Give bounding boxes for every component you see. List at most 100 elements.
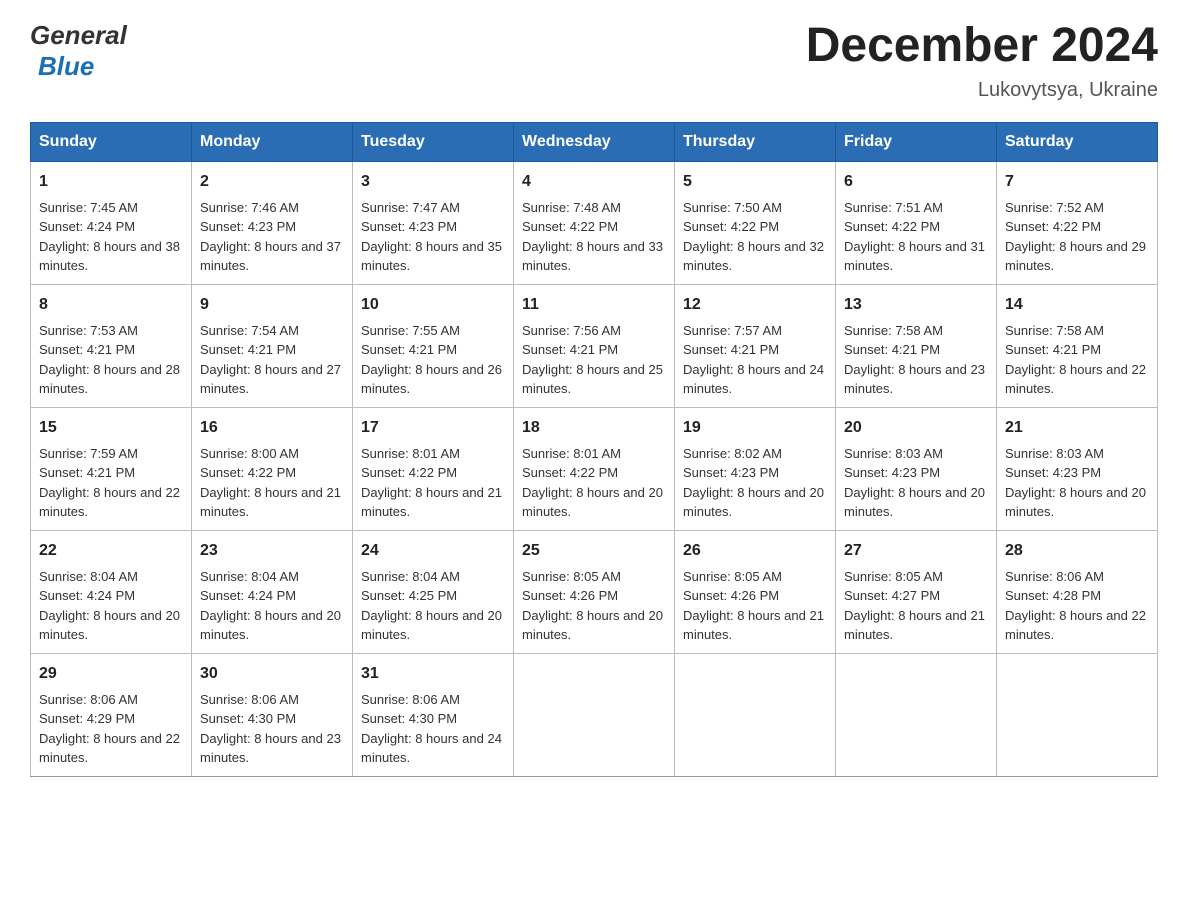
logo-general-text: General [30,20,127,51]
day-number: 31 [361,662,505,686]
calendar-week-row: 8 Sunrise: 7:53 AM Sunset: 4:21 PM Dayli… [31,284,1158,407]
table-row: 26 Sunrise: 8:05 AM Sunset: 4:26 PM Dayl… [675,530,836,653]
daylight-text: Daylight: 8 hours and 27 minutes. [200,362,341,397]
table-row: 1 Sunrise: 7:45 AM Sunset: 4:24 PM Dayli… [31,161,192,284]
daylight-text: Daylight: 8 hours and 24 minutes. [361,731,502,766]
sunset-text: Sunset: 4:24 PM [39,588,135,603]
title-area: December 2024 Lukovytsya, Ukraine [806,20,1158,102]
table-row: 24 Sunrise: 8:04 AM Sunset: 4:25 PM Dayl… [353,530,514,653]
day-number: 12 [683,293,827,317]
sunrise-text: Sunrise: 7:56 AM [522,323,621,338]
table-row: 30 Sunrise: 8:06 AM Sunset: 4:30 PM Dayl… [192,653,353,776]
table-row: 31 Sunrise: 8:06 AM Sunset: 4:30 PM Dayl… [353,653,514,776]
sunrise-text: Sunrise: 7:46 AM [200,200,299,215]
table-row: 10 Sunrise: 7:55 AM Sunset: 4:21 PM Dayl… [353,284,514,407]
table-row: 11 Sunrise: 7:56 AM Sunset: 4:21 PM Dayl… [514,284,675,407]
table-row: 25 Sunrise: 8:05 AM Sunset: 4:26 PM Dayl… [514,530,675,653]
daylight-text: Daylight: 8 hours and 21 minutes. [683,608,824,643]
sunset-text: Sunset: 4:23 PM [1005,465,1101,480]
sunrise-text: Sunrise: 7:58 AM [844,323,943,338]
table-row: 23 Sunrise: 8:04 AM Sunset: 4:24 PM Dayl… [192,530,353,653]
sunset-text: Sunset: 4:30 PM [200,711,296,726]
day-number: 11 [522,293,666,317]
daylight-text: Daylight: 8 hours and 21 minutes. [200,485,341,520]
day-number: 28 [1005,539,1149,563]
day-number: 14 [1005,293,1149,317]
daylight-text: Daylight: 8 hours and 23 minutes. [844,362,985,397]
sunset-text: Sunset: 4:22 PM [361,465,457,480]
sunrise-text: Sunrise: 8:00 AM [200,446,299,461]
sunset-text: Sunset: 4:25 PM [361,588,457,603]
day-number: 20 [844,416,988,440]
sunrise-text: Sunrise: 7:45 AM [39,200,138,215]
sunset-text: Sunset: 4:22 PM [1005,219,1101,234]
day-number: 16 [200,416,344,440]
daylight-text: Daylight: 8 hours and 26 minutes. [361,362,502,397]
day-number: 21 [1005,416,1149,440]
daylight-text: Daylight: 8 hours and 20 minutes. [522,608,663,643]
table-row: 15 Sunrise: 7:59 AM Sunset: 4:21 PM Dayl… [31,407,192,530]
table-row: 7 Sunrise: 7:52 AM Sunset: 4:22 PM Dayli… [997,161,1158,284]
table-row [836,653,997,776]
table-row: 6 Sunrise: 7:51 AM Sunset: 4:22 PM Dayli… [836,161,997,284]
table-row: 29 Sunrise: 8:06 AM Sunset: 4:29 PM Dayl… [31,653,192,776]
sunset-text: Sunset: 4:21 PM [361,342,457,357]
sunset-text: Sunset: 4:21 PM [39,465,135,480]
sunset-text: Sunset: 4:22 PM [522,465,618,480]
page-header: General Blue December 2024 Lukovytsya, U… [30,20,1158,102]
day-number: 13 [844,293,988,317]
day-number: 29 [39,662,183,686]
table-row: 14 Sunrise: 7:58 AM Sunset: 4:21 PM Dayl… [997,284,1158,407]
daylight-text: Daylight: 8 hours and 21 minutes. [361,485,502,520]
table-row [514,653,675,776]
sunrise-text: Sunrise: 8:02 AM [683,446,782,461]
daylight-text: Daylight: 8 hours and 20 minutes. [200,608,341,643]
daylight-text: Daylight: 8 hours and 20 minutes. [522,485,663,520]
daylight-text: Daylight: 8 hours and 35 minutes. [361,239,502,274]
sunset-text: Sunset: 4:23 PM [200,219,296,234]
calendar-week-row: 22 Sunrise: 8:04 AM Sunset: 4:24 PM Dayl… [31,530,1158,653]
daylight-text: Daylight: 8 hours and 22 minutes. [39,731,180,766]
sunrise-text: Sunrise: 8:06 AM [361,692,460,707]
table-row: 9 Sunrise: 7:54 AM Sunset: 4:21 PM Dayli… [192,284,353,407]
table-row: 21 Sunrise: 8:03 AM Sunset: 4:23 PM Dayl… [997,407,1158,530]
day-number: 1 [39,170,183,194]
day-number: 9 [200,293,344,317]
table-row: 22 Sunrise: 8:04 AM Sunset: 4:24 PM Dayl… [31,530,192,653]
sunset-text: Sunset: 4:21 PM [200,342,296,357]
day-number: 18 [522,416,666,440]
daylight-text: Daylight: 8 hours and 20 minutes. [1005,485,1146,520]
sunrise-text: Sunrise: 8:06 AM [200,692,299,707]
sunrise-text: Sunrise: 8:01 AM [522,446,621,461]
sunset-text: Sunset: 4:22 PM [522,219,618,234]
daylight-text: Daylight: 8 hours and 38 minutes. [39,239,180,274]
day-number: 26 [683,539,827,563]
sunrise-text: Sunrise: 8:05 AM [522,569,621,584]
day-number: 2 [200,170,344,194]
table-row: 12 Sunrise: 7:57 AM Sunset: 4:21 PM Dayl… [675,284,836,407]
daylight-text: Daylight: 8 hours and 20 minutes. [844,485,985,520]
day-number: 3 [361,170,505,194]
calendar-week-row: 1 Sunrise: 7:45 AM Sunset: 4:24 PM Dayli… [31,161,1158,284]
day-number: 15 [39,416,183,440]
daylight-text: Daylight: 8 hours and 22 minutes. [1005,362,1146,397]
sunrise-text: Sunrise: 8:03 AM [1005,446,1104,461]
sunset-text: Sunset: 4:21 PM [39,342,135,357]
daylight-text: Daylight: 8 hours and 22 minutes. [1005,608,1146,643]
table-row: 18 Sunrise: 8:01 AM Sunset: 4:22 PM Dayl… [514,407,675,530]
daylight-text: Daylight: 8 hours and 20 minutes. [361,608,502,643]
table-row: 3 Sunrise: 7:47 AM Sunset: 4:23 PM Dayli… [353,161,514,284]
sunrise-text: Sunrise: 8:05 AM [844,569,943,584]
table-row: 13 Sunrise: 7:58 AM Sunset: 4:21 PM Dayl… [836,284,997,407]
daylight-text: Daylight: 8 hours and 20 minutes. [683,485,824,520]
sunrise-text: Sunrise: 8:01 AM [361,446,460,461]
daylight-text: Daylight: 8 hours and 25 minutes. [522,362,663,397]
subtitle: Lukovytsya, Ukraine [806,79,1158,102]
day-number: 23 [200,539,344,563]
table-row: 2 Sunrise: 7:46 AM Sunset: 4:23 PM Dayli… [192,161,353,284]
daylight-text: Daylight: 8 hours and 37 minutes. [200,239,341,274]
daylight-text: Daylight: 8 hours and 31 minutes. [844,239,985,274]
sunrise-text: Sunrise: 7:53 AM [39,323,138,338]
day-number: 19 [683,416,827,440]
sunset-text: Sunset: 4:28 PM [1005,588,1101,603]
